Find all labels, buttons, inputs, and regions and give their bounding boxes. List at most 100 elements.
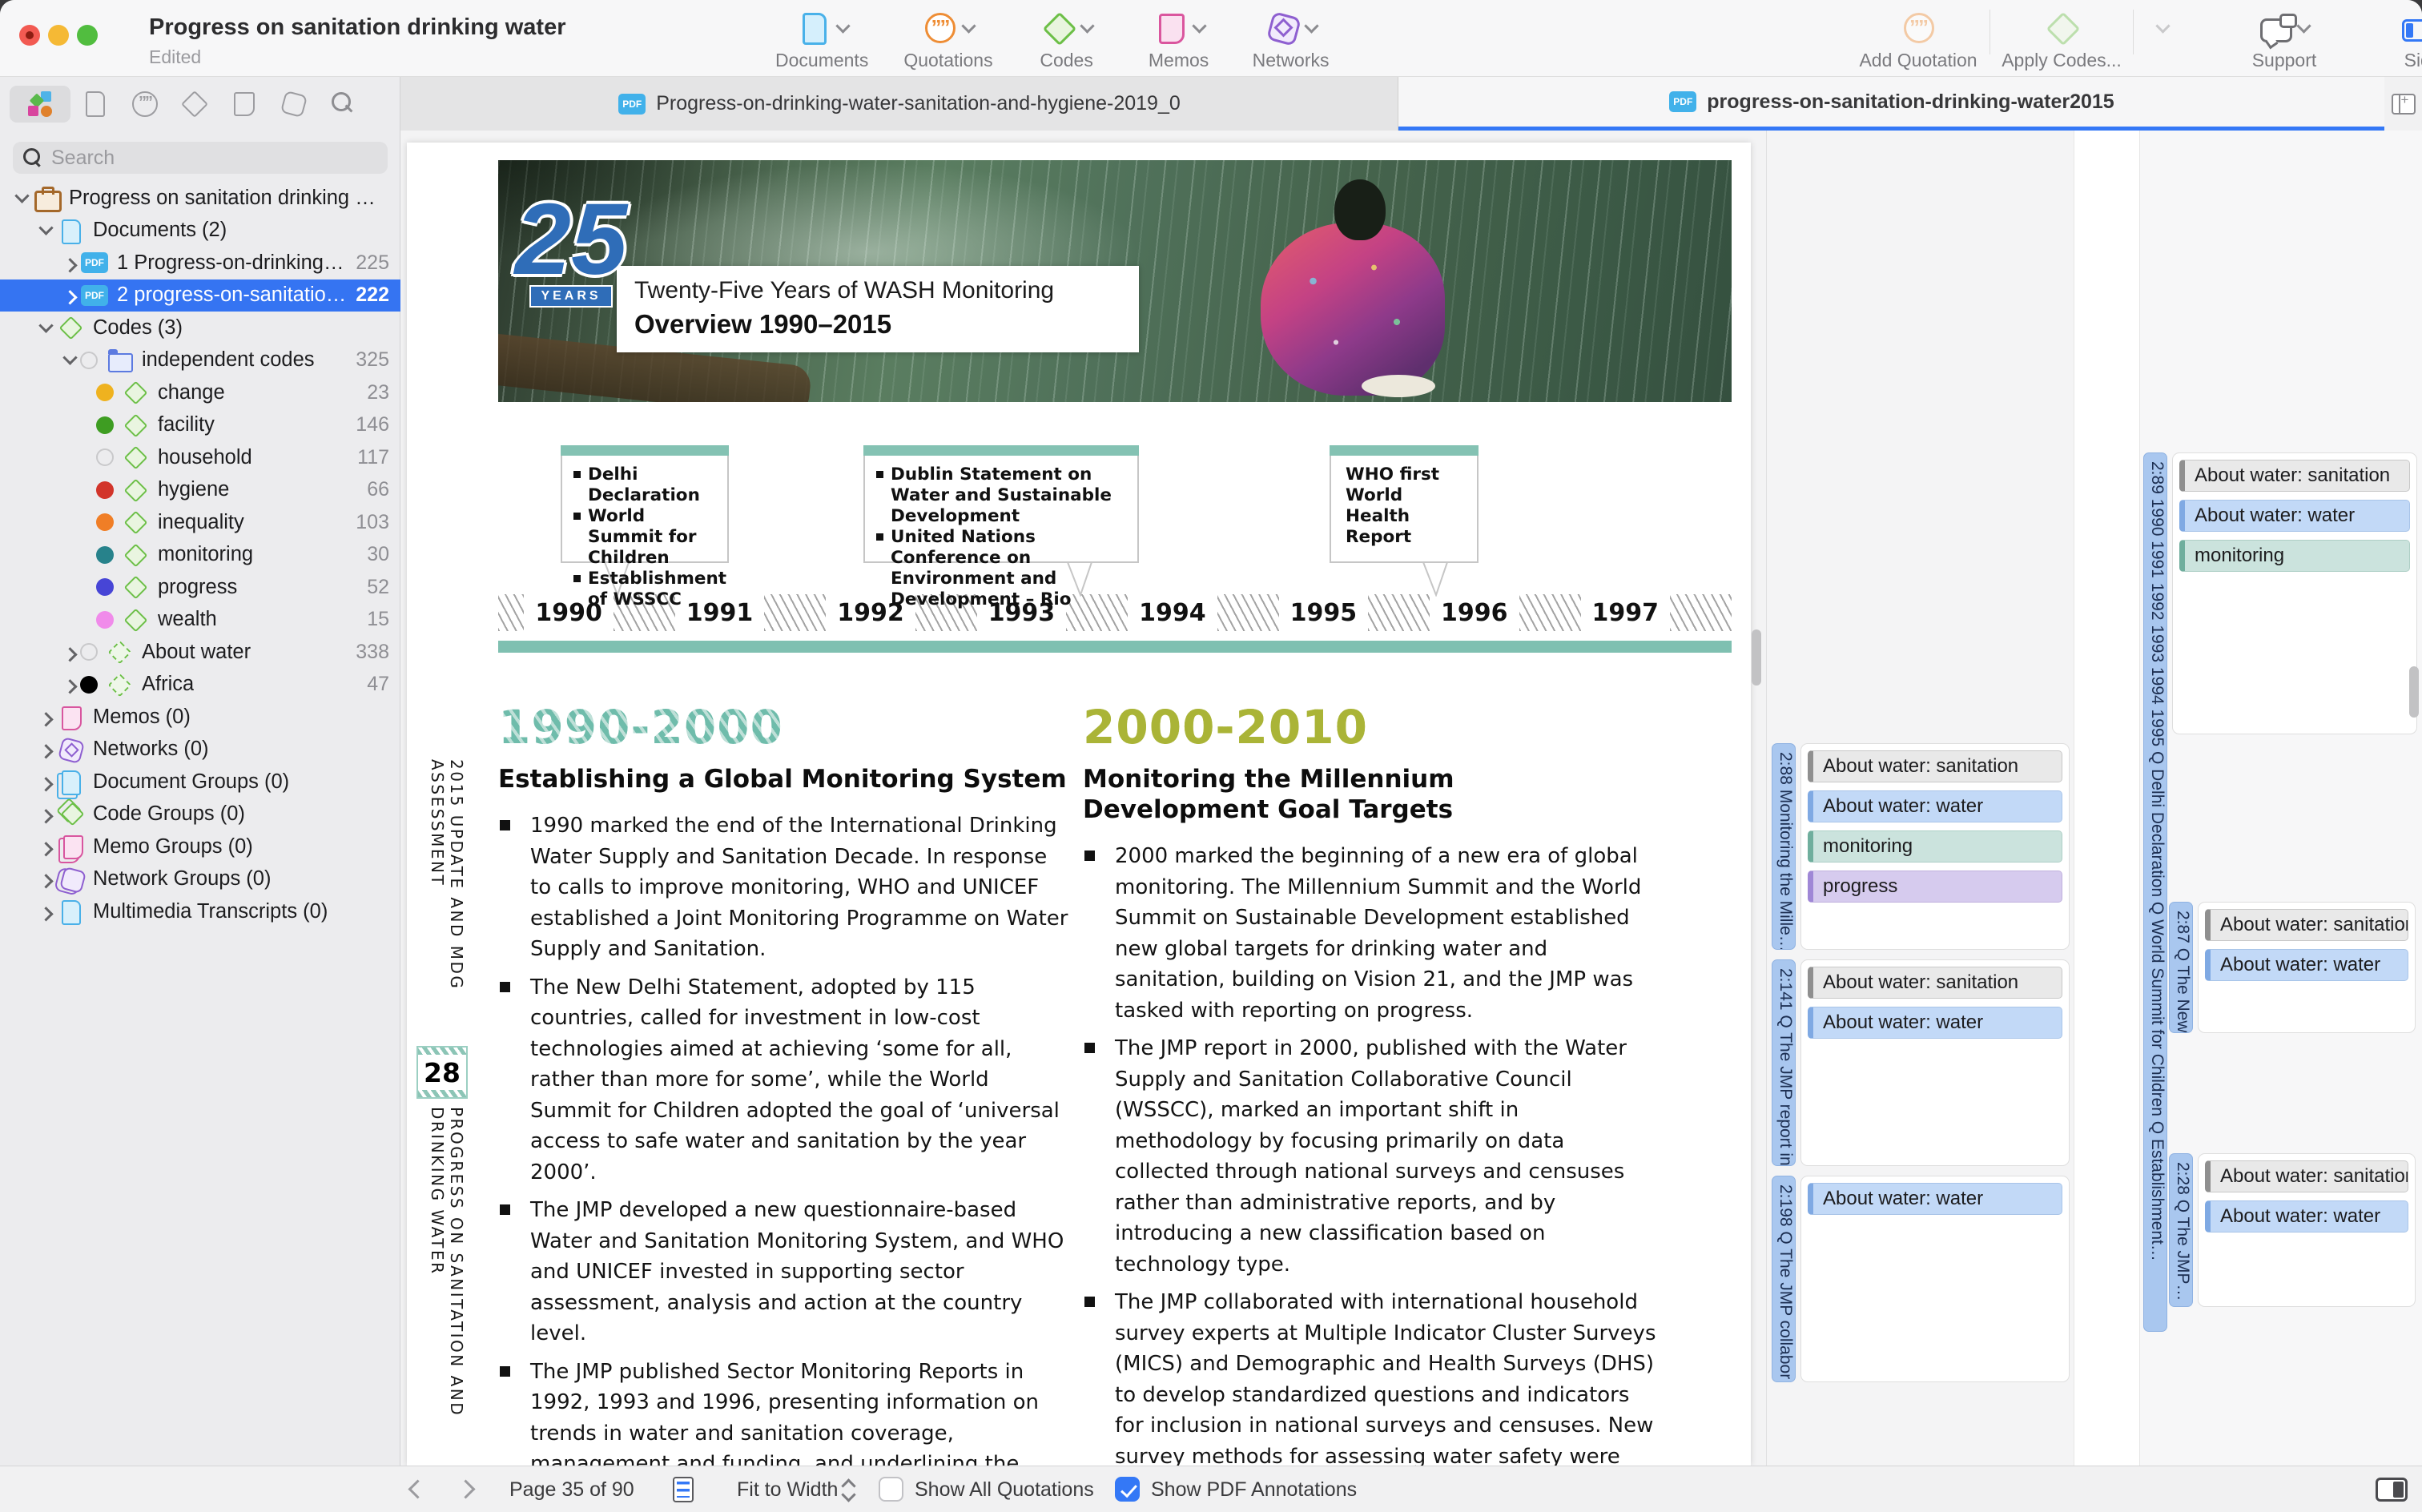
tree-row[interactable]: 2 progress-on-sanitatio… 222 [0, 279, 400, 312]
split-editor-icon[interactable] [2392, 94, 2416, 115]
expand-chevron-icon[interactable] [35, 739, 56, 760]
support-button[interactable]: Support [2228, 6, 2340, 71]
expand-chevron-icon[interactable] [35, 901, 56, 922]
code-chip[interactable]: About water: water [1808, 1183, 2062, 1215]
tree-row[interactable]: Networks (0) [0, 734, 400, 766]
code-chip[interactable]: About water: sanitation [2179, 460, 2410, 492]
tree-row[interactable]: progress 52 [0, 571, 400, 604]
search-input[interactable] [51, 147, 356, 170]
expand-chevron-icon[interactable] [35, 317, 56, 338]
expand-chevron-icon[interactable] [35, 220, 56, 241]
search-navigator-tab[interactable] [319, 86, 368, 123]
expand-chevron-icon[interactable] [59, 285, 80, 306]
toolbar-button[interactable]: Codes [1028, 6, 1105, 71]
tree-row[interactable]: Memo Groups (0) [0, 830, 400, 863]
toolbar-button[interactable]: Memos [1141, 6, 1217, 71]
minimize-button[interactable] [48, 25, 69, 46]
previous-page-button[interactable] [404, 1478, 428, 1502]
expand-chevron-icon[interactable] [59, 252, 80, 273]
document-tab-active[interactable]: progress-on-sanitation-drinking-water201… [1398, 77, 2384, 131]
code-chip[interactable]: monitoring [1808, 830, 2062, 863]
expand-chevron-icon[interactable] [59, 641, 80, 662]
toolbar-overflow-button[interactable] [2145, 6, 2180, 48]
pdf-document-pane[interactable]: 25 YEARS Twenty-Five Years of WASH Monit… [400, 131, 1766, 1466]
hide-margin-panel-icon[interactable] [2376, 1478, 2408, 1502]
add-quotation-button[interactable]: Add Quotation [1858, 6, 1978, 71]
networks-navigator-tab[interactable] [269, 86, 319, 123]
tree-row[interactable]: Memos (0) [0, 701, 400, 734]
tree-row[interactable]: facility 146 [0, 409, 400, 442]
code-chip[interactable]: About water: water [2205, 949, 2408, 981]
chevron-down-icon[interactable] [1080, 18, 1094, 33]
project-explorer-tab[interactable] [10, 86, 70, 123]
expand-chevron-icon[interactable] [59, 350, 80, 371]
close-button[interactable] [19, 25, 40, 46]
tree-row[interactable]: About water 338 [0, 636, 400, 669]
right-pane-scrollbar-thumb[interactable] [2409, 666, 2419, 718]
left-sidebar-toggle-icon[interactable] [2402, 19, 2422, 42]
quotation-group[interactable]: 2:198 Q The JMP collabor… About water: w… [1772, 1176, 2070, 1382]
tree-row[interactable]: Code Groups (0) [0, 798, 400, 831]
sidebar-search-field[interactable] [13, 142, 388, 174]
tree-row[interactable]: change 23 [0, 376, 400, 409]
expand-chevron-icon[interactable] [35, 836, 56, 857]
quotation-bar[interactable]: 2:87 Q The New… [2169, 902, 2193, 1033]
tree-row[interactable]: household 117 [0, 441, 400, 474]
code-chip[interactable]: About water: sanitation [1808, 967, 2062, 999]
quotation-group[interactable]: 2:28 Q The JMP… About water: sanitation A… [2169, 1153, 2416, 1307]
codes-navigator-tab[interactable] [170, 86, 219, 123]
quotations-navigator-tab[interactable] [120, 86, 170, 123]
chevron-down-icon[interactable] [835, 18, 850, 33]
chevron-down-icon[interactable] [1192, 18, 1206, 33]
tree-row[interactable]: Progress on sanitation drinking wa… [0, 182, 400, 215]
tree-row[interactable]: Codes (3) [0, 312, 400, 344]
documents-navigator-tab[interactable] [70, 86, 120, 123]
quotation-group[interactable]: 2:88 Monitoring the Mille… About water: … [1772, 743, 2070, 950]
quotation-bar[interactable]: 2:89 1990 1991 1992 1993 1994 1995 Q Del… [2143, 452, 2167, 1332]
quotation-bar[interactable]: 2:141 Q The JMP report in… [1772, 959, 1796, 1166]
code-chip[interactable]: About water: sanitation [2205, 1160, 2408, 1192]
toolbar-button[interactable]: Documents [775, 6, 868, 71]
expand-chevron-icon[interactable] [11, 187, 32, 208]
memos-navigator-tab[interactable] [219, 86, 269, 123]
expand-chevron-icon[interactable] [35, 804, 56, 825]
code-chip[interactable]: About water: water [1808, 790, 2062, 822]
show-all-quotations-checkbox[interactable] [879, 1477, 903, 1502]
expand-chevron-icon[interactable] [35, 869, 56, 890]
zoom-button[interactable] [77, 25, 98, 46]
zoom-mode-label[interactable]: Fit to Width [737, 1478, 838, 1502]
tree-row[interactable]: independent codes 325 [0, 344, 400, 377]
code-chip[interactable]: About water: sanitation [1808, 750, 2062, 782]
code-chip[interactable]: About water: water [1808, 1007, 2062, 1039]
expand-chevron-icon[interactable] [59, 674, 80, 695]
code-chip[interactable]: monitoring [2179, 540, 2410, 572]
quotation-bar[interactable]: 2:88 Monitoring the Mille… [1772, 743, 1796, 950]
tree-row[interactable]: Multimedia Transcripts (0) [0, 895, 400, 928]
code-chip[interactable]: About water: water [2179, 500, 2410, 532]
quotation-bar[interactable]: 2:28 Q The JMP… [2169, 1153, 2193, 1307]
sidebars-toggle-group[interactable]: Sidebars [2388, 6, 2422, 71]
chevron-down-icon[interactable] [1304, 18, 1318, 33]
tree-row[interactable]: hygiene 66 [0, 474, 400, 507]
page-thumbnails-icon[interactable] [673, 1477, 694, 1502]
chevron-down-icon[interactable] [962, 18, 976, 33]
expand-chevron-icon[interactable] [35, 771, 56, 792]
apply-codes-button[interactable]: Apply Codes... [2002, 6, 2122, 71]
toolbar-button[interactable]: Quotations [903, 6, 992, 71]
code-chip[interactable]: About water: sanitation [2205, 909, 2408, 941]
document-scrollbar-thumb[interactable] [1752, 629, 1761, 686]
zoom-mode-stepper-icon[interactable] [839, 1479, 857, 1502]
show-pdf-annotations-checkbox[interactable] [1115, 1477, 1140, 1502]
tree-row[interactable]: monitoring 30 [0, 539, 400, 572]
toolbar-button[interactable]: Networks [1253, 6, 1330, 71]
quotation-group[interactable]: 2:141 Q The JMP report in… About water: … [1772, 959, 2070, 1166]
next-page-button[interactable] [453, 1478, 477, 1502]
tree-row[interactable]: Document Groups (0) [0, 766, 400, 798]
tree-row[interactable]: Network Groups (0) [0, 863, 400, 896]
code-chip[interactable]: progress [1808, 871, 2062, 903]
tree-row[interactable]: inequality 103 [0, 506, 400, 539]
code-chip[interactable]: About water: water [2205, 1200, 2408, 1233]
expand-chevron-icon[interactable] [35, 706, 56, 727]
tree-row[interactable]: 1 Progress-on-drinking-… 225 [0, 247, 400, 279]
quotation-bar[interactable]: 2:198 Q The JMP collabor… [1772, 1176, 1796, 1382]
